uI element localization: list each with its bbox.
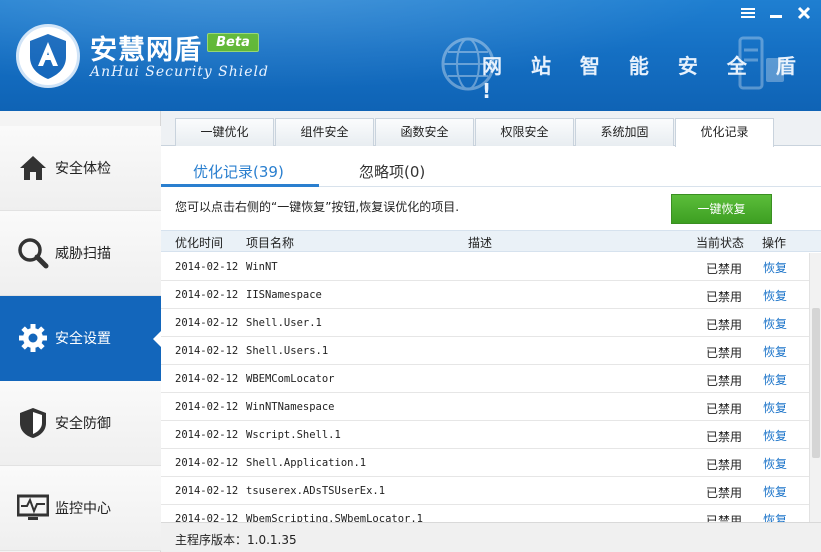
scroll-thumb[interactable] bbox=[812, 308, 820, 458]
col-time: 优化时间 bbox=[175, 234, 223, 251]
record-list: 2014-02-12 WinNT 已禁用 恢复 2014-02-12 IISNa… bbox=[161, 253, 809, 523]
row-restore-link[interactable]: 恢复 bbox=[763, 287, 787, 304]
sidebar-item-checkup[interactable]: 安全体检 bbox=[0, 126, 161, 211]
server-icon bbox=[720, 36, 790, 92]
sidebar-item-label: 安全设置 bbox=[55, 328, 111, 348]
table-row: 2014-02-12 Shell.Application.1 已禁用 恢复 bbox=[161, 449, 809, 477]
beta-badge: Beta bbox=[207, 33, 259, 52]
table-row: 2014-02-12 tsuserex.ADsTSUserEx.1 已禁用 恢复 bbox=[161, 477, 809, 505]
table-row: 2014-02-12 Shell.User.1 已禁用 恢复 bbox=[161, 309, 809, 337]
menu-icon[interactable] bbox=[739, 6, 757, 22]
row-restore-link[interactable]: 恢复 bbox=[763, 455, 787, 472]
row-name: WBEMComLocator bbox=[246, 373, 335, 385]
row-time: 2014-02-12 bbox=[175, 485, 238, 497]
close-icon[interactable] bbox=[795, 6, 813, 22]
table-row: 2014-02-12 Shell.Users.1 已禁用 恢复 bbox=[161, 337, 809, 365]
row-time: 2014-02-12 bbox=[175, 457, 238, 469]
subtab-records[interactable]: 优化记录(39) bbox=[193, 161, 284, 182]
version-text: 主程序版本：1.0.1.35 bbox=[175, 531, 297, 548]
row-status: 已禁用 bbox=[706, 316, 742, 333]
footer: 主程序版本：1.0.1.35 bbox=[161, 522, 821, 552]
scrollbar[interactable] bbox=[809, 253, 821, 523]
col-status: 当前状态 bbox=[696, 234, 744, 251]
row-restore-link[interactable]: 恢复 bbox=[763, 315, 787, 332]
subtab-bar: 优化记录(39) 忽略项(0) bbox=[161, 147, 821, 187]
shield-icon bbox=[17, 407, 49, 439]
sidebar-item-label: 监控中心 bbox=[55, 498, 111, 518]
monitor-icon bbox=[17, 492, 49, 524]
row-restore-link[interactable]: 恢复 bbox=[763, 343, 787, 360]
row-time: 2014-02-12 bbox=[175, 345, 238, 357]
app-title: 安慧网盾 bbox=[90, 28, 202, 67]
sidebar-item-label: 安全体检 bbox=[55, 158, 111, 178]
tab-one-click-optimize[interactable]: 一键优化 bbox=[175, 118, 274, 146]
row-restore-link[interactable]: 恢复 bbox=[763, 399, 787, 416]
home-icon bbox=[17, 152, 49, 184]
sidebar-item-monitor[interactable]: 监控中心 bbox=[0, 466, 161, 551]
row-status: 已禁用 bbox=[706, 288, 742, 305]
row-time: 2014-02-12 bbox=[175, 317, 238, 329]
row-restore-link[interactable]: 恢复 bbox=[763, 371, 787, 388]
subtab-ignored[interactable]: 忽略项(0) bbox=[359, 161, 425, 182]
table-row: 2014-02-12 WinNT 已禁用 恢复 bbox=[161, 253, 809, 281]
row-status: 已禁用 bbox=[706, 428, 742, 445]
tab-bar: 一键优化 组件安全 函数安全 权限安全 系统加固 优化记录 bbox=[161, 111, 821, 146]
row-time: 2014-02-12 bbox=[175, 401, 238, 413]
table-row: 2014-02-12 WinNTNamespace 已禁用 恢复 bbox=[161, 393, 809, 421]
table-row: 2014-02-12 IISNamespace 已禁用 恢复 bbox=[161, 281, 809, 309]
row-time: 2014-02-12 bbox=[175, 373, 238, 385]
app-subtitle: AnHui Security Shield bbox=[90, 64, 269, 80]
table-header: 优化时间 项目名称 描述 当前状态 操作 bbox=[161, 230, 821, 252]
row-status: 已禁用 bbox=[706, 484, 742, 501]
sidebar-item-label: 安全防御 bbox=[55, 413, 111, 433]
row-name: Shell.Users.1 bbox=[246, 345, 328, 357]
col-desc: 描述 bbox=[468, 234, 492, 251]
search-icon bbox=[17, 237, 49, 269]
row-time: 2014-02-12 bbox=[175, 289, 238, 301]
row-status: 已禁用 bbox=[706, 456, 742, 473]
sidebar: 安全体检 威胁扫描 安全设置 安全防御 bbox=[0, 111, 161, 552]
info-text: 您可以点击右侧的“一键恢复”按钮,恢复误优化的项目. bbox=[175, 198, 459, 215]
gear-icon bbox=[17, 322, 49, 354]
row-restore-link[interactable]: 恢复 bbox=[763, 483, 787, 500]
app-header: 安慧网盾 Beta AnHui Security Shield 网 站 智 能 … bbox=[0, 0, 821, 111]
row-name: tsuserex.ADsTSUserEx.1 bbox=[246, 485, 385, 497]
tab-system-hardening[interactable]: 系统加固 bbox=[575, 118, 674, 146]
row-name: Shell.Application.1 bbox=[246, 457, 366, 469]
tab-function-security[interactable]: 函数安全 bbox=[375, 118, 474, 146]
row-restore-link[interactable]: 恢复 bbox=[763, 427, 787, 444]
row-status: 已禁用 bbox=[706, 372, 742, 389]
table-row: 2014-02-12 WBEMComLocator 已禁用 恢复 bbox=[161, 365, 809, 393]
row-time: 2014-02-12 bbox=[175, 261, 238, 273]
row-name: Wscript.Shell.1 bbox=[246, 429, 341, 441]
row-status: 已禁用 bbox=[706, 260, 742, 277]
row-status: 已禁用 bbox=[706, 400, 742, 417]
minimize-icon[interactable] bbox=[767, 6, 785, 22]
tab-permission-security[interactable]: 权限安全 bbox=[475, 118, 574, 146]
col-name: 项目名称 bbox=[246, 234, 294, 251]
row-name: WinNTNamespace bbox=[246, 401, 335, 413]
sidebar-item-scan[interactable]: 威胁扫描 bbox=[0, 211, 161, 296]
subtab-underline bbox=[161, 184, 319, 187]
sidebar-item-label: 威胁扫描 bbox=[55, 243, 111, 263]
shield-logo bbox=[16, 24, 80, 88]
table-row: 2014-02-12 WbemScripting.SWbemLocator.1 … bbox=[161, 505, 809, 523]
row-restore-link[interactable]: 恢复 bbox=[763, 259, 787, 276]
restore-all-button[interactable]: 一键恢复 bbox=[671, 194, 772, 224]
col-action: 操作 bbox=[762, 234, 786, 251]
row-name: IISNamespace bbox=[246, 289, 322, 301]
row-name: Shell.User.1 bbox=[246, 317, 322, 329]
tab-optimize-records[interactable]: 优化记录 bbox=[675, 118, 774, 147]
sidebar-item-settings[interactable]: 安全设置 bbox=[0, 296, 161, 381]
row-name: WinNT bbox=[246, 261, 278, 273]
main-panel: 一键优化 组件安全 函数安全 权限安全 系统加固 优化记录 优化记录(39) 忽… bbox=[161, 111, 821, 552]
tab-component-security[interactable]: 组件安全 bbox=[275, 118, 374, 146]
table-row: 2014-02-12 Wscript.Shell.1 已禁用 恢复 bbox=[161, 421, 809, 449]
row-status: 已禁用 bbox=[706, 344, 742, 361]
row-time: 2014-02-12 bbox=[175, 429, 238, 441]
sidebar-item-defense[interactable]: 安全防御 bbox=[0, 381, 161, 466]
